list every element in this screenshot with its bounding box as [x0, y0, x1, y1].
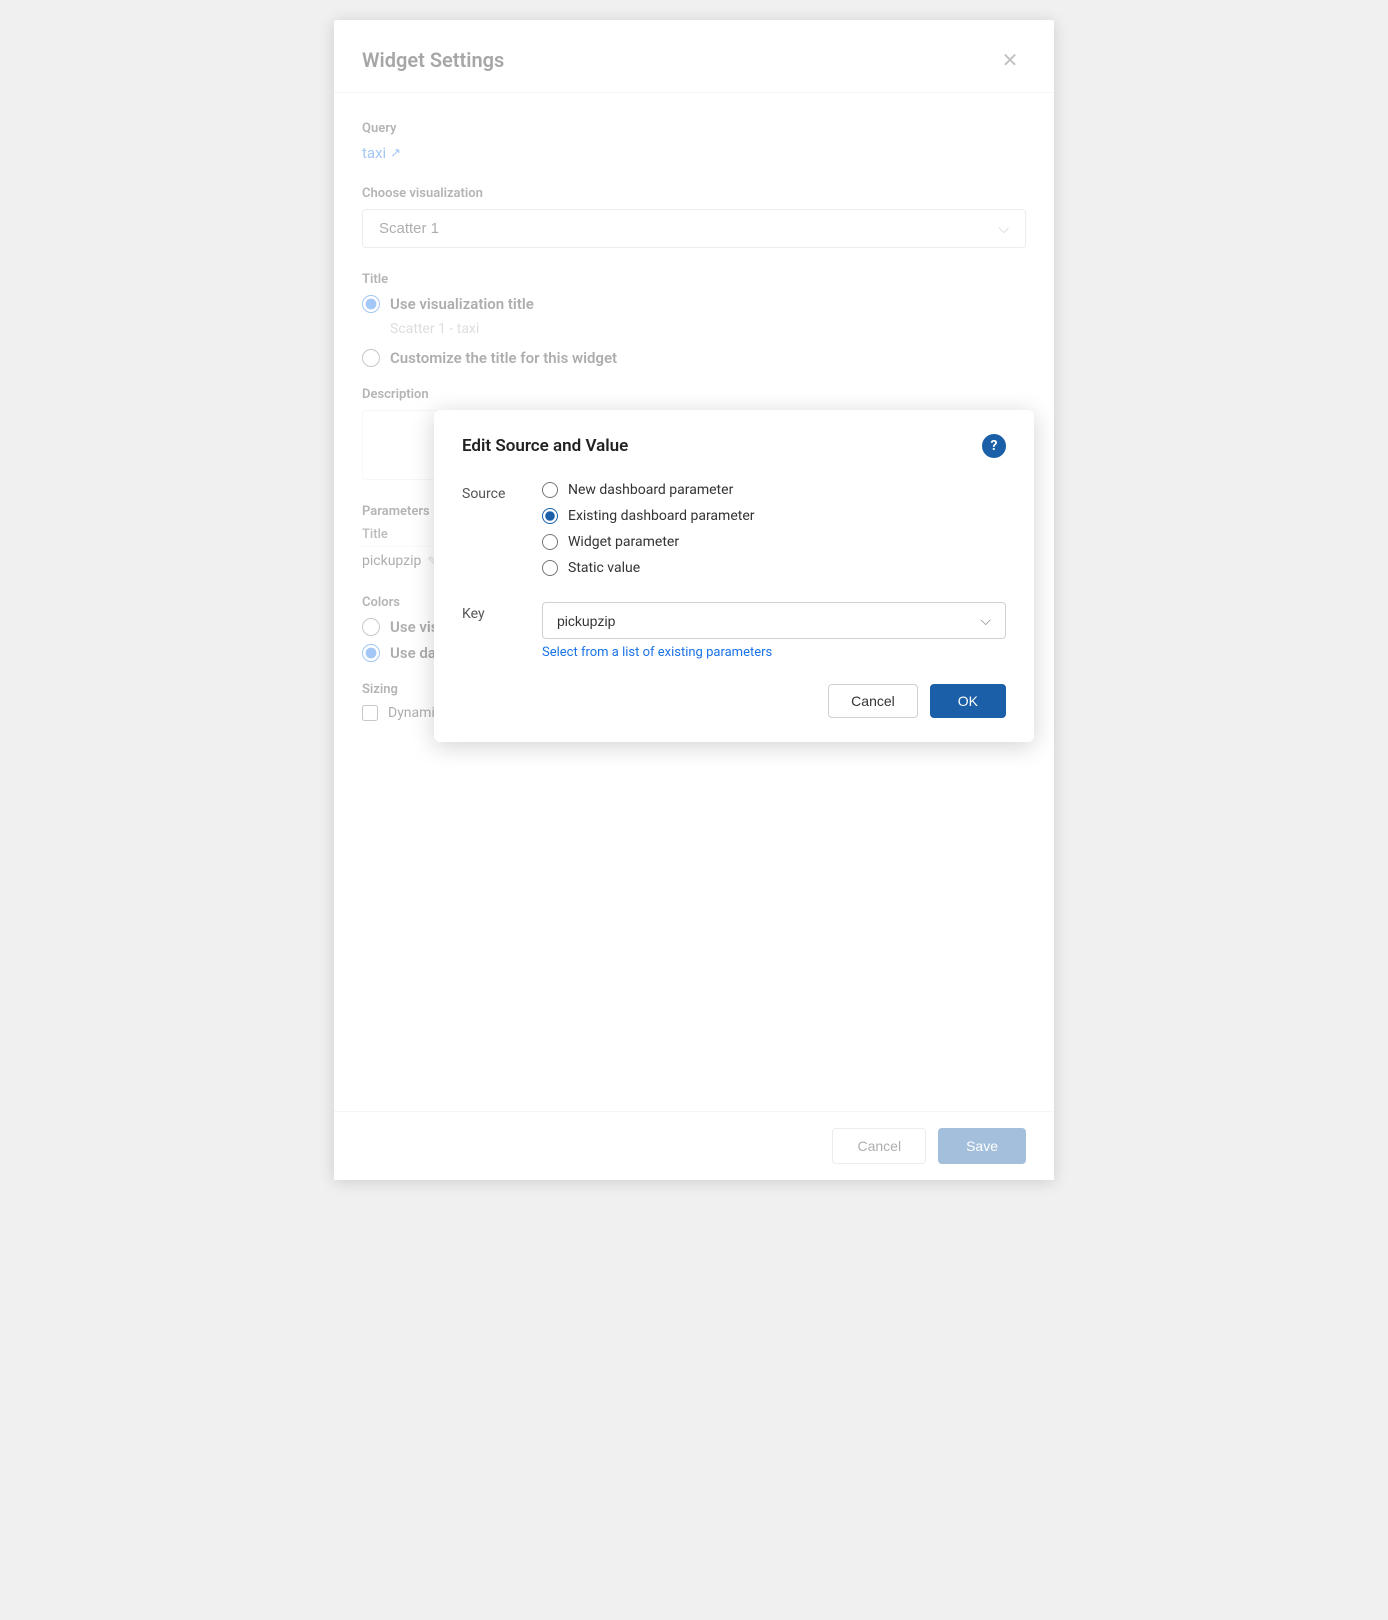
source-option-widget-parameter: Widget parameter — [542, 534, 1006, 550]
key-label: Key — [462, 602, 542, 660]
source-new-dashboard-radio[interactable] — [542, 482, 558, 498]
source-widget-parameter-radio[interactable] — [542, 534, 558, 550]
inner-cancel-button[interactable]: Cancel — [828, 684, 918, 718]
key-hint: Select from a list of existing parameter… — [542, 645, 1006, 660]
inner-dialog-footer: Cancel OK — [462, 684, 1006, 718]
key-chevron-icon: ⌵ — [980, 612, 991, 629]
source-existing-dashboard-radio[interactable] — [542, 508, 558, 524]
help-icon[interactable]: ? — [982, 434, 1006, 458]
source-label: Source — [462, 482, 542, 586]
source-form-row: Source New dashboard parameter Existing … — [462, 482, 1006, 586]
source-option-static-value: Static value — [542, 560, 1006, 576]
source-new-dashboard-label: New dashboard parameter — [568, 482, 733, 498]
widget-settings-modal: Widget Settings ✕ Query taxi ↗ Choose vi… — [334, 20, 1054, 1180]
inner-dialog-title: Edit Source and Value — [462, 436, 628, 456]
key-selected-value: pickupzip — [557, 613, 615, 629]
key-content: pickupzip ⌵ Select from a list of existi… — [542, 602, 1006, 660]
source-static-value-radio[interactable] — [542, 560, 558, 576]
key-select[interactable]: pickupzip ⌵ — [542, 602, 1006, 639]
inner-ok-button[interactable]: OK — [930, 684, 1006, 718]
source-widget-parameter-label: Widget parameter — [568, 534, 679, 550]
source-option-new-dashboard: New dashboard parameter — [542, 482, 1006, 498]
inner-dialog-header: Edit Source and Value ? — [462, 434, 1006, 458]
source-static-value-label: Static value — [568, 560, 640, 576]
key-form-row: Key pickupzip ⌵ Select from a list of ex… — [462, 602, 1006, 660]
source-existing-dashboard-label: Existing dashboard parameter — [568, 508, 754, 524]
edit-source-dialog: Edit Source and Value ? Source New dashb… — [434, 410, 1034, 742]
source-option-existing-dashboard: Existing dashboard parameter — [542, 508, 1006, 524]
source-options: New dashboard parameter Existing dashboa… — [542, 482, 1006, 586]
